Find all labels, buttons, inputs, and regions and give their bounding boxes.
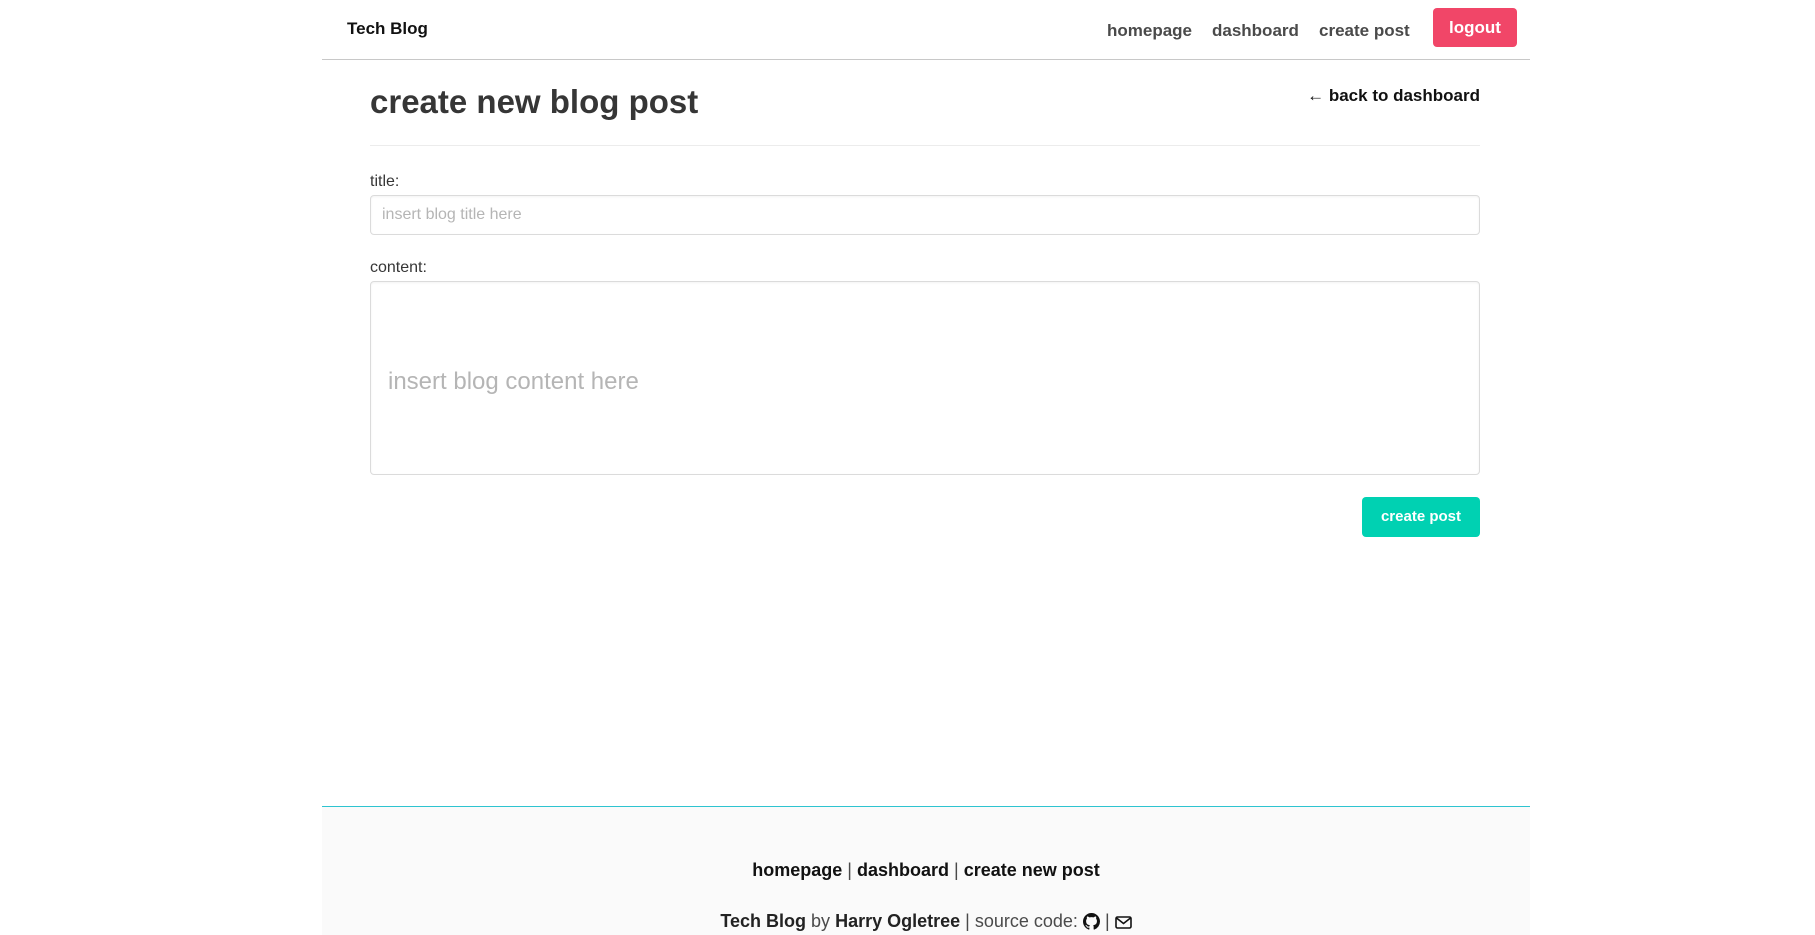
footer-separator: | xyxy=(847,860,852,880)
nav-dashboard-link[interactable]: dashboard xyxy=(1212,21,1299,41)
title-label: title: xyxy=(370,173,400,190)
footer-dashboard-link[interactable]: dashboard xyxy=(857,860,949,880)
footer-by-text: by xyxy=(811,911,831,931)
navbar: Tech Blog homepage dashboard create post… xyxy=(322,0,1530,60)
envelope-icon[interactable] xyxy=(1114,914,1132,935)
footer-separator: | xyxy=(954,860,959,880)
create-post-button[interactable]: create post xyxy=(1362,497,1480,537)
content-label: content: xyxy=(370,259,427,276)
content-textarea[interactable] xyxy=(370,281,1480,475)
footer-links: homepage | dashboard | create new post xyxy=(322,860,1530,881)
back-to-dashboard-link[interactable]: ← back to dashboard xyxy=(1307,86,1480,106)
footer-source-text: | source code: xyxy=(965,911,1078,931)
page-title: create new blog post xyxy=(370,83,699,120)
footer-credit: Tech Blog by Harry Ogletree | source cod… xyxy=(322,911,1530,935)
footer-create-new-post-link[interactable]: create new post xyxy=(964,860,1100,880)
footer-homepage-link[interactable]: homepage xyxy=(752,860,842,880)
footer-separator: | xyxy=(1104,911,1110,931)
brand-logo[interactable]: Tech Blog xyxy=(347,19,428,39)
footer-author: Harry Ogletree xyxy=(835,911,961,931)
nav-create-post-link[interactable]: create post xyxy=(1319,21,1410,41)
footer-brand: Tech Blog xyxy=(720,911,807,931)
nav-homepage-link[interactable]: homepage xyxy=(1107,21,1192,41)
page-container: Tech Blog homepage dashboard create post… xyxy=(322,0,1530,935)
title-divider xyxy=(370,145,1480,146)
footer: homepage | dashboard | create new post T… xyxy=(322,806,1530,935)
logout-button[interactable]: logout xyxy=(1433,8,1517,47)
title-input[interactable] xyxy=(370,195,1480,235)
github-icon[interactable] xyxy=(1082,913,1100,935)
